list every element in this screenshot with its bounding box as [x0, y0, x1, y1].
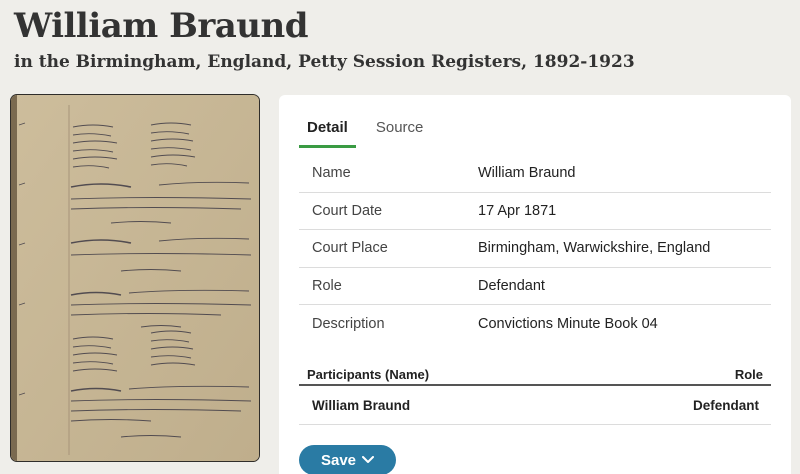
detail-row-court-date: Court Date 17 Apr 1871: [299, 193, 771, 231]
detail-row-description: Description Convictions Minute Book 04: [299, 305, 771, 343]
detail-label: Court Place: [312, 240, 388, 257]
detail-table: Name William Braund Court Date 17 Apr 18…: [299, 155, 771, 343]
detail-value: 17 Apr 1871: [478, 202, 557, 219]
detail-value: Defendant: [478, 278, 545, 295]
detail-value: William Braund: [478, 165, 576, 182]
tab-source[interactable]: Source: [368, 113, 432, 148]
detail-label: Name: [312, 165, 351, 182]
detail-label: Role: [312, 278, 342, 295]
record-detail-card: Detail Source Name William Braund Court …: [279, 95, 791, 474]
participants-role-column-header: Role: [734, 367, 763, 382]
detail-row-court-place: Court Place Birmingham, Warwickshire, En…: [299, 230, 771, 268]
detail-row-name: Name William Braund: [299, 155, 771, 193]
participants-table: Participants (Name) Role William Braund …: [299, 367, 771, 425]
tab-detail[interactable]: Detail: [299, 113, 356, 148]
save-button-label: Save: [320, 451, 357, 469]
save-button[interactable]: Save: [299, 445, 396, 474]
detail-label: Description: [312, 316, 385, 333]
detail-label: Court Date: [312, 202, 383, 219]
page-subtitle: in the Birmingham, England, Petty Sessio…: [14, 52, 635, 72]
detail-row-role: Role Defendant: [299, 268, 771, 306]
chevron-down-icon: [362, 456, 375, 464]
participant-name: William Braund: [312, 397, 411, 413]
participants-name-column-header: Participants (Name): [307, 367, 430, 382]
detail-value: Birmingham, Warwickshire, England: [478, 240, 711, 257]
handwritten-register-image: [11, 95, 259, 461]
participants-header: Participants (Name) Role: [299, 367, 771, 386]
tab-bar: Detail Source: [299, 113, 443, 148]
participant-role: Defendant: [692, 397, 759, 413]
detail-value: Convictions Minute Book 04: [478, 316, 658, 333]
participant-row: William Braund Defendant: [299, 386, 771, 425]
page-title: William Braund: [14, 6, 309, 46]
record-image-thumbnail[interactable]: [11, 95, 259, 461]
